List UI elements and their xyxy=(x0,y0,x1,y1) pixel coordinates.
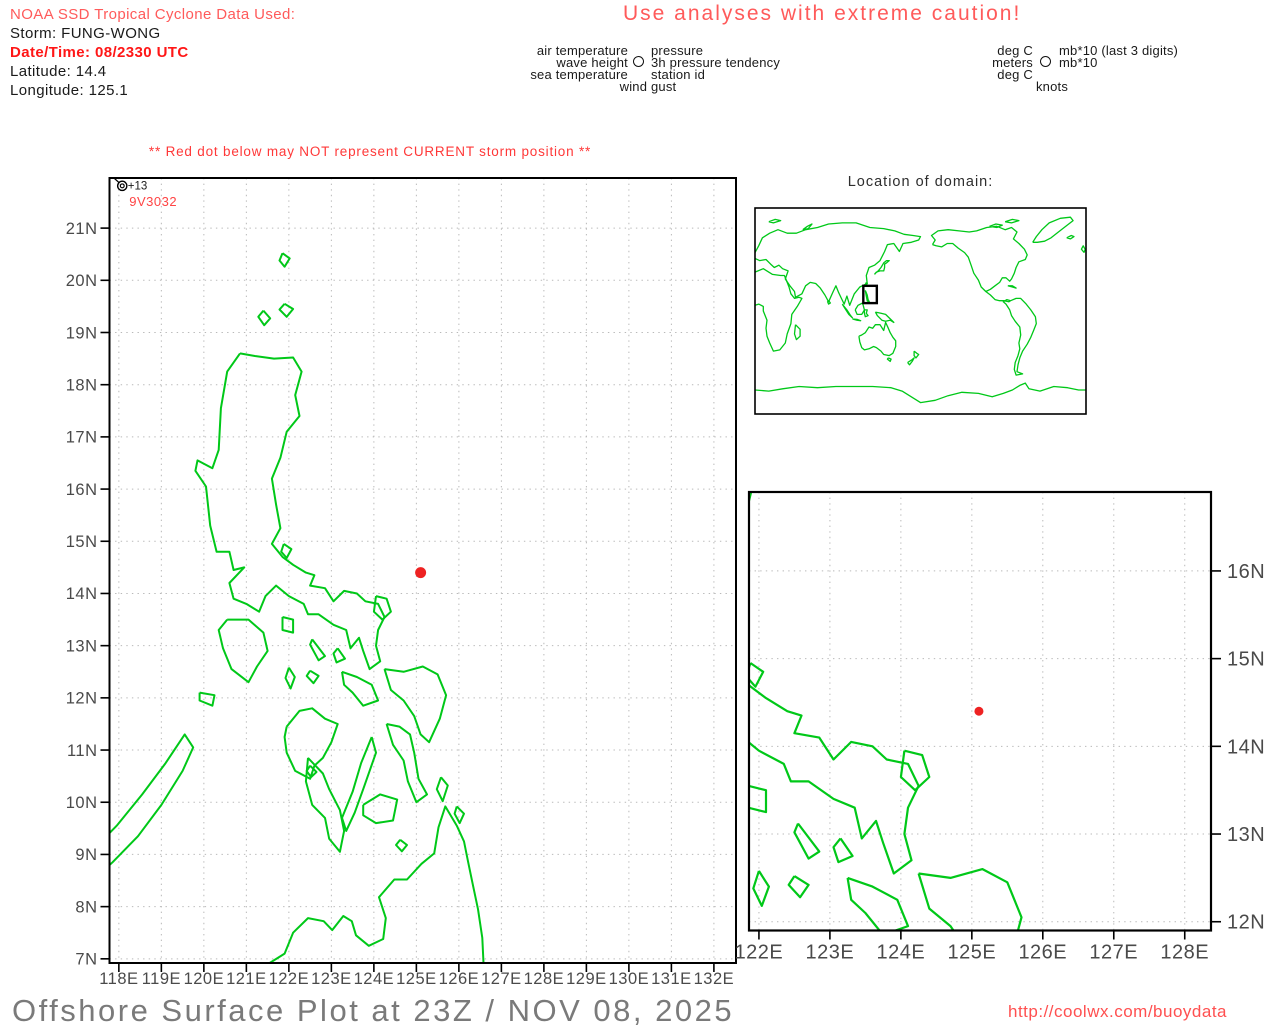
domain-box xyxy=(862,284,879,305)
svg-text:124E: 124E xyxy=(877,942,926,964)
svg-text:123E: 123E xyxy=(311,970,352,988)
svg-text:125E: 125E xyxy=(396,970,437,988)
storm-position-dot xyxy=(415,567,427,579)
svg-text:122E: 122E xyxy=(735,942,784,964)
main-map-y-axis: 21N 20N 19N 18N 17N 16N 15N 14N 13N 12N 11N 10N 9N 8N… xyxy=(66,220,110,969)
svg-text:128E: 128E xyxy=(1160,942,1209,964)
main-map-x-axis: 118E 119E 120E 121E 122E 123E 124E 125E 126E 127E… xyxy=(99,963,734,988)
svg-text:10N: 10N xyxy=(66,794,98,812)
zoom-map-coastlines xyxy=(749,492,1023,931)
svg-text:126E: 126E xyxy=(1018,942,1067,964)
svg-text:14N: 14N xyxy=(66,585,98,603)
svg-text:19N: 19N xyxy=(66,324,98,342)
zoom-map-x-axis: 122E 123E 124E 125E 126E 127E 128E xyxy=(735,930,1209,964)
svg-text:13N: 13N xyxy=(66,637,98,655)
svg-text:128E: 128E xyxy=(524,970,565,988)
svg-text:14N: 14N xyxy=(1227,736,1265,758)
svg-text:118E: 118E xyxy=(99,970,138,988)
zoom-map-y-axis: 16N 15N 14N 13N 12N xyxy=(1211,561,1265,934)
svg-text:127E: 127E xyxy=(1089,942,1138,964)
main-map-coastlines xyxy=(109,252,485,963)
svg-text:129E: 129E xyxy=(566,970,607,988)
svg-text:16N: 16N xyxy=(66,481,98,499)
source-url-link[interactable]: http://coolwx.com/buoydata xyxy=(1008,1002,1227,1022)
svg-text:13N: 13N xyxy=(1227,824,1265,846)
svg-text:122E: 122E xyxy=(269,970,310,988)
svg-text:131E: 131E xyxy=(651,970,692,988)
svg-text:16N: 16N xyxy=(1227,561,1265,583)
svg-text:9N: 9N xyxy=(75,846,97,864)
svg-text:12N: 12N xyxy=(1227,912,1265,934)
svg-text:120E: 120E xyxy=(184,970,225,988)
svg-text:132E: 132E xyxy=(694,970,735,988)
svg-text:127E: 127E xyxy=(481,970,522,988)
world-inset-map-frame xyxy=(754,207,1087,415)
svg-text:17N: 17N xyxy=(66,429,98,447)
svg-text:125E: 125E xyxy=(947,942,996,964)
svg-text:20N: 20N xyxy=(66,272,98,290)
world-inset-map-coastlines xyxy=(755,216,1086,404)
svg-text:15N: 15N xyxy=(66,533,98,551)
svg-text:123E: 123E xyxy=(806,942,855,964)
svg-text:11N: 11N xyxy=(67,742,98,760)
svg-text:130E: 130E xyxy=(609,970,650,988)
svg-text:18N: 18N xyxy=(66,376,98,394)
storm-position-dot xyxy=(974,706,984,716)
zoom-map: 122E 123E 124E 125E 126E 127E 128E 16N 15N 14N 13N… xyxy=(735,490,1265,964)
svg-text:121E: 121E xyxy=(226,970,267,988)
svg-text:126E: 126E xyxy=(439,970,480,988)
plot-canvas: 118E 119E 120E 121E 122E 123E 124E 125E 126E 127E… xyxy=(66,177,1265,988)
main-map: 118E 119E 120E 121E 122E 123E 124E 125E 126E 127E… xyxy=(66,177,737,988)
station-pressure-tendency-value: +13 xyxy=(128,180,148,192)
world-inset-map xyxy=(754,207,1087,415)
svg-text:119E: 119E xyxy=(142,970,181,988)
svg-text:21N: 21N xyxy=(66,220,98,238)
station-id-value: 9V3032 xyxy=(129,194,177,209)
svg-text:15N: 15N xyxy=(1227,649,1265,671)
svg-text:12N: 12N xyxy=(66,690,98,708)
svg-text:7N: 7N xyxy=(75,951,97,969)
svg-text:124E: 124E xyxy=(354,970,395,988)
svg-text:8N: 8N xyxy=(75,898,97,916)
